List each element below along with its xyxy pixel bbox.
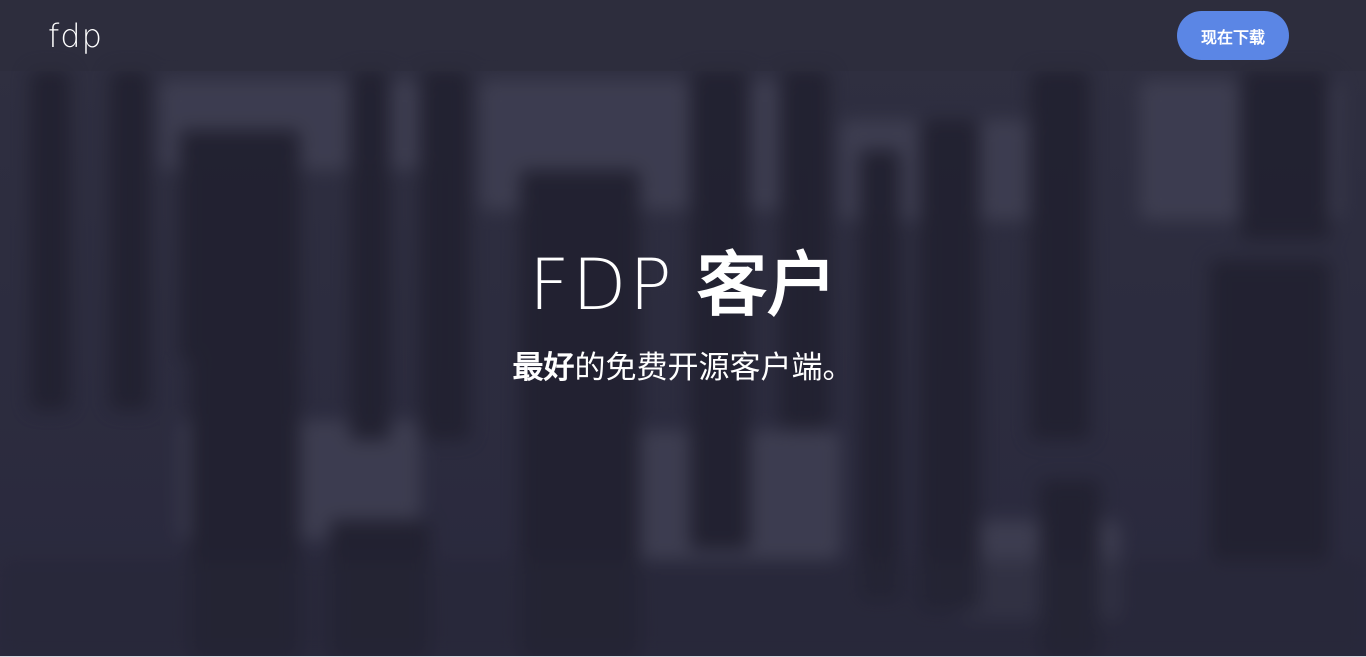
- download-now-button[interactable]: 现在下载: [1177, 11, 1289, 60]
- hero-title: FDP 客户: [0, 240, 1366, 330]
- top-navigation-bar: [0, 0, 1366, 71]
- hero-title-product-name: FDP: [529, 244, 675, 326]
- landing-page: fdp 现在下载 FDP 客户 最好的免费开源客户端。: [0, 0, 1366, 657]
- site-logo[interactable]: fdp: [48, 16, 103, 56]
- hero-title-client-word: 客户: [696, 244, 837, 326]
- hero-subtitle-text: 的免费开源客户端。: [574, 350, 854, 386]
- hero-subtitle: 最好的免费开源客户端。: [0, 346, 1366, 390]
- hero-subtitle-emphasis: 最好: [512, 350, 575, 386]
